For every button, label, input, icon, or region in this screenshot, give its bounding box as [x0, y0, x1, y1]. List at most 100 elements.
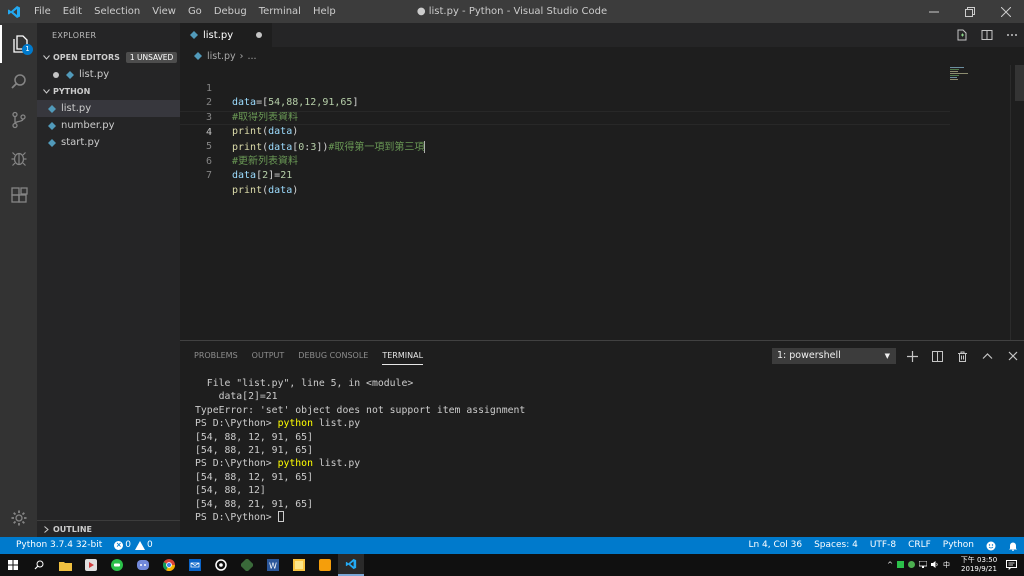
taskbar-line-app[interactable] — [104, 554, 130, 576]
open-changes-button[interactable] — [949, 23, 974, 47]
taskbar-clock[interactable]: 下午 03:50 2019/9/21 — [960, 556, 998, 574]
media-app-icon — [85, 559, 97, 571]
tab-terminal[interactable]: TERMINAL — [382, 341, 423, 371]
open-editor-item[interactable]: list.py — [37, 66, 180, 83]
source-control-icon — [11, 111, 26, 129]
menu-debug[interactable]: Debug — [208, 0, 253, 23]
cursor-position[interactable]: Ln 4, Col 36 — [742, 537, 808, 554]
taskbar-app-target[interactable] — [208, 554, 234, 576]
encoding[interactable]: UTF-8 — [864, 537, 902, 554]
more-actions-button[interactable] — [999, 23, 1024, 47]
scrollbar-thumb[interactable] — [1015, 65, 1024, 101]
tab-debug-console[interactable]: DEBUG CONSOLE — [298, 341, 368, 371]
tab-problems[interactable]: PROBLEMS — [194, 341, 238, 371]
terminal-line: TypeError: 'set' object does not support… — [195, 404, 526, 416]
open-editors-section[interactable]: OPEN EDITORS 1 UNSAVED — [37, 49, 180, 66]
terminal-line: [54, 88, 12] — [195, 485, 266, 497]
indentation[interactable]: Spaces: 4 — [808, 537, 864, 554]
taskbar-app-orange[interactable] — [312, 554, 338, 576]
split-terminal-button[interactable] — [925, 347, 950, 365]
open-editor-label: list.py — [79, 69, 110, 80]
menu-selection[interactable]: Selection — [88, 0, 146, 23]
taskbar-game-app[interactable] — [234, 554, 260, 576]
python-interpreter[interactable]: Python 3.7.4 32-bit — [10, 537, 108, 554]
code-line: 5 #更新列表資料 — [180, 125, 950, 167]
close-panel-button[interactable] — [1000, 347, 1024, 365]
python-folder-section[interactable]: PYTHON — [37, 83, 180, 100]
volume-icon[interactable] — [931, 560, 939, 570]
terminal-line: [54, 88, 12, 91, 65] — [195, 431, 313, 443]
breadcrumb-rest[interactable]: ... — [247, 51, 256, 62]
network-icon[interactable] — [918, 560, 928, 570]
action-center-button[interactable] — [998, 554, 1024, 576]
kill-terminal-button[interactable] — [950, 347, 975, 365]
tab-output[interactable]: OUTPUT — [252, 341, 285, 371]
activity-manage[interactable] — [0, 499, 37, 537]
taskbar-discord-app[interactable] — [130, 554, 156, 576]
problems-indicator[interactable]: × 0 0 — [108, 537, 158, 554]
folder-label: PYTHON — [53, 87, 91, 96]
minimap[interactable] — [950, 65, 1010, 340]
taskbar-file-explorer[interactable] — [52, 554, 78, 576]
notifications-button[interactable] — [1002, 541, 1024, 551]
error-icon: × — [114, 541, 124, 550]
tab-list-py[interactable]: list.py — [180, 23, 272, 47]
end-of-line[interactable]: CRLF — [902, 537, 937, 554]
terminal-line: data[2]=21 — [195, 391, 278, 403]
activity-extensions[interactable] — [0, 177, 37, 215]
explorer-badge: 1 — [22, 44, 33, 55]
input-method-indicator[interactable]: 中 — [943, 560, 950, 570]
menu-terminal[interactable]: Terminal — [253, 0, 307, 23]
maximize-panel-button[interactable] — [975, 347, 1000, 365]
feedback-button[interactable] — [980, 541, 1002, 551]
status-bar: Python 3.7.4 32-bit × 0 0 Ln 4, Col 36 S… — [0, 537, 1024, 554]
terminal-output[interactable]: File "list.py", line 5, in <module> data… — [195, 377, 525, 524]
menu-go[interactable]: Go — [182, 0, 208, 23]
file-item-list-py[interactable]: list.py — [37, 100, 180, 117]
close-window-button[interactable] — [988, 0, 1024, 23]
menu-file[interactable]: File — [28, 0, 57, 23]
unsaved-dot-icon[interactable] — [256, 32, 262, 38]
taskbar-chrome[interactable] — [156, 554, 182, 576]
game-app-icon — [241, 559, 253, 571]
chevron-right-icon: › — [239, 50, 244, 62]
activity-search[interactable] — [0, 63, 37, 101]
restore-button[interactable] — [952, 0, 988, 23]
file-item-number-py[interactable]: number.py — [37, 117, 180, 134]
menu-help[interactable]: Help — [307, 0, 342, 23]
file-item-start-py[interactable]: start.py — [37, 134, 180, 151]
menu-edit[interactable]: Edit — [57, 0, 88, 23]
menu-view[interactable]: View — [146, 0, 182, 23]
split-editor-button[interactable] — [974, 23, 999, 47]
file-label: number.py — [61, 120, 115, 131]
taskbar-sticky-notes[interactable] — [286, 554, 312, 576]
language-mode[interactable]: Python — [937, 537, 980, 554]
sticky-note-icon — [293, 559, 305, 571]
minimize-button[interactable] — [916, 0, 952, 23]
terminal-select[interactable]: 1: powershell ▼ — [772, 348, 896, 364]
outline-section[interactable]: OUTLINE — [37, 520, 180, 537]
taskbar-word[interactable]: W — [260, 554, 286, 576]
taskbar-vscode[interactable] — [338, 554, 364, 576]
breadcrumb-file[interactable]: list.py — [207, 51, 236, 62]
editor-scrollbar[interactable] — [1010, 65, 1024, 340]
unsaved-badge: 1 UNSAVED — [125, 52, 178, 63]
activity-debug[interactable] — [0, 139, 37, 177]
activity-explorer[interactable]: 1 — [0, 25, 37, 63]
new-terminal-button[interactable] — [900, 347, 925, 365]
taskbar-search-button[interactable] — [26, 554, 52, 576]
code-line: 2 #取得列表資料 — [180, 82, 950, 123]
taskbar-mail-app[interactable] — [182, 554, 208, 576]
code-line: 6 data[2]=21 — [180, 140, 950, 182]
search-icon — [34, 560, 44, 570]
tray-app-icon[interactable] — [897, 560, 904, 570]
taskbar-media-app[interactable] — [78, 554, 104, 576]
start-button[interactable] — [0, 554, 26, 576]
plus-icon — [907, 350, 918, 362]
terminal-prompt: PS D:\Python> — [195, 511, 278, 523]
code-editor[interactable]: 1 data=[54,88,12,91,65] 2 #取得列表資料 3 prin… — [180, 65, 1024, 340]
terminal-line: PS D:\Python> — [195, 511, 525, 524]
tray-app-icon[interactable] — [908, 560, 915, 570]
activity-source-control[interactable] — [0, 101, 37, 139]
chevron-up-icon[interactable]: ^ — [887, 561, 893, 569]
